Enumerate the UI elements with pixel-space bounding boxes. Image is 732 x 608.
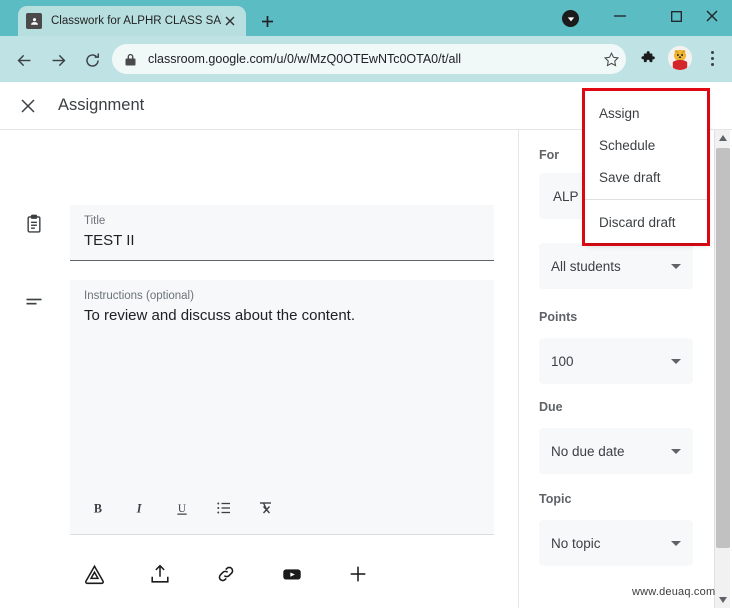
page-title: Assignment (58, 96, 145, 114)
topic-select-value: No topic (551, 535, 601, 551)
browser-window: Classwork for ALPHR CLASS SAM classroom.… (0, 0, 732, 608)
window-minimize-button[interactable] (598, 0, 642, 32)
tab-search-button[interactable] (562, 10, 579, 27)
tab-close-icon[interactable] (222, 13, 238, 29)
watermark: www.deuaq.com (632, 586, 716, 598)
create-plus-icon[interactable] (342, 558, 374, 590)
window-close-button[interactable] (690, 0, 732, 32)
title-field-label: Title (84, 215, 106, 227)
browser-menu-icon[interactable] (702, 46, 722, 70)
description-lines-icon (22, 290, 46, 314)
classroom-favicon (26, 13, 42, 29)
underline-icon[interactable]: U (168, 494, 196, 522)
points-select-value: 100 (551, 353, 574, 369)
instructions-field[interactable]: Instructions (optional) To review and di… (70, 280, 494, 535)
tab-strip: Classwork for ALPHR CLASS SAM (0, 0, 732, 36)
bulleted-list-icon[interactable] (210, 494, 238, 522)
back-icon[interactable] (10, 46, 38, 74)
svg-text:B: B (93, 501, 101, 515)
italic-icon[interactable]: I (126, 494, 154, 522)
assign-dropdown-highlight: Assign Schedule Save draft Discard draft (582, 88, 710, 246)
clear-formatting-icon[interactable] (252, 494, 280, 522)
points-label: Points (539, 310, 578, 324)
chevron-down-icon (671, 540, 681, 546)
scroll-down-icon[interactable] (715, 592, 731, 608)
scroll-up-icon[interactable] (715, 130, 731, 146)
google-drive-icon[interactable] (78, 558, 110, 590)
menu-separator (585, 199, 707, 200)
scrollbar-thumb[interactable] (716, 148, 730, 548)
menu-item-discard-draft[interactable]: Discard draft (585, 206, 707, 238)
svg-text:I: I (135, 501, 142, 515)
menu-item-save-draft[interactable]: Save draft (585, 161, 707, 193)
for-label: For (539, 148, 560, 162)
address-bar-url: classroom.google.com/u/0/w/MzQ0OTEwNTc0O… (148, 52, 462, 66)
attachment-toolbar (78, 558, 374, 590)
instructions-field-label: Instructions (optional) (84, 290, 194, 302)
chevron-down-icon (671, 263, 681, 269)
extensions-puzzle-icon[interactable] (638, 48, 658, 68)
formatting-toolbar: B I U (70, 494, 494, 522)
bookmark-star-icon[interactable] (600, 48, 622, 70)
due-label: Due (539, 400, 563, 414)
due-select-value: No due date (551, 443, 625, 459)
instructions-field-value: To review and discuss about the content. (84, 307, 355, 324)
avatar[interactable] (668, 46, 692, 70)
title-field-value: TEST II (84, 232, 135, 249)
chevron-down-icon (671, 448, 681, 454)
forward-icon[interactable] (44, 46, 72, 74)
link-icon[interactable] (210, 558, 242, 590)
tab-title: Classwork for ALPHR CLASS SAM (51, 15, 222, 27)
address-bar[interactable]: classroom.google.com/u/0/w/MzQ0OTEwNTc0O… (112, 44, 626, 74)
browser-tab[interactable]: Classwork for ALPHR CLASS SAM (18, 6, 246, 36)
lock-icon (122, 53, 138, 66)
topic-label: Topic (539, 492, 572, 506)
assignment-form: Title TEST II Instructions (optional) To… (0, 130, 518, 608)
chevron-down-icon (671, 358, 681, 364)
menu-item-schedule[interactable]: Schedule (585, 129, 707, 161)
students-select[interactable]: All students (539, 243, 693, 289)
title-field[interactable]: Title TEST II (70, 205, 494, 261)
students-select-value: All students (551, 258, 621, 274)
reload-icon[interactable] (78, 46, 106, 74)
upload-icon[interactable] (144, 558, 176, 590)
topic-select[interactable]: No topic (539, 520, 693, 566)
class-chip-label: ALP (553, 188, 579, 204)
close-icon[interactable] (14, 92, 42, 120)
page-scrollbar[interactable] (714, 130, 730, 608)
svg-text:U: U (177, 502, 185, 514)
assign-dropdown-menu: Assign Schedule Save draft Discard draft (585, 91, 707, 243)
youtube-icon[interactable] (276, 558, 308, 590)
due-select[interactable]: No due date (539, 428, 693, 474)
points-select[interactable]: 100 (539, 338, 693, 384)
clipboard-icon (22, 212, 46, 236)
new-tab-button[interactable] (256, 10, 278, 32)
menu-item-assign[interactable]: Assign (585, 97, 707, 129)
bold-icon[interactable]: B (84, 494, 112, 522)
